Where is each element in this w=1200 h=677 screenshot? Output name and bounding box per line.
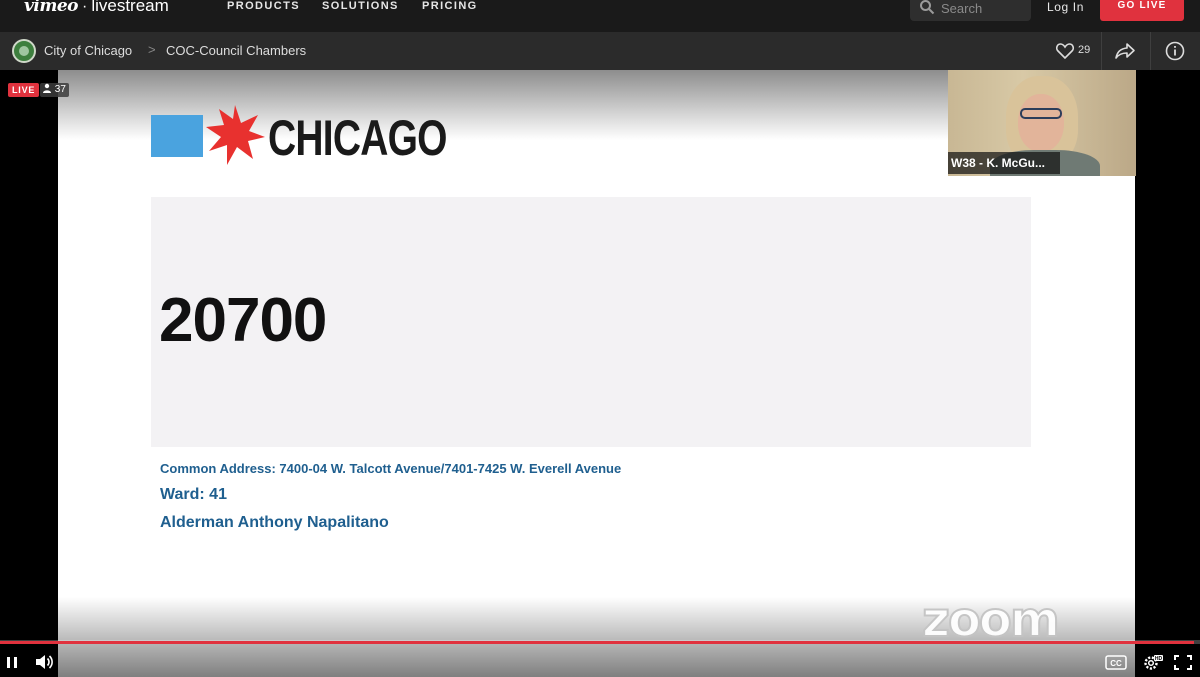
viewer-count: 37 <box>54 84 66 95</box>
brand-livestream: livestream <box>91 0 169 15</box>
volume-icon[interactable] <box>33 650 55 674</box>
breadcrumb-event: COC-Council Chambers <box>166 43 307 58</box>
pause-icon[interactable] <box>3 650 21 674</box>
svg-text:CC: CC <box>1110 659 1122 668</box>
ordinance-number: 20700 <box>159 286 327 355</box>
nav-link-solutions[interactable]: SOLUTIONS <box>322 0 399 12</box>
fullscreen-icon[interactable] <box>1172 650 1194 674</box>
breadcrumb-channel[interactable]: City of Chicago <box>44 43 132 58</box>
login-link[interactable]: Log In <box>1047 0 1084 14</box>
channel-avatar[interactable] <box>12 39 36 63</box>
brand-vimeo: vimeo <box>24 0 78 16</box>
divider <box>1150 32 1151 70</box>
search-placeholder: Search <box>941 1 983 16</box>
participant-name: W38 - K. McGu... <box>951 156 1046 170</box>
participant-video-thumbnail: W38 - K. McGu... <box>948 70 1136 176</box>
channel-bar: City of Chicago > COC-Council Chambers 2… <box>0 32 1200 70</box>
search-input[interactable]: Search <box>910 0 1031 21</box>
vimeo-livestream-logo[interactable]: vimeo · livestream <box>24 0 169 16</box>
chicago-logo-text: CHICAGO <box>268 110 447 166</box>
viewer-count-badge: 37 <box>40 83 69 97</box>
participant-glasses <box>1020 108 1062 119</box>
closed-captions-icon[interactable]: CC <box>1104 650 1128 674</box>
ward-label: Ward: 41 <box>160 486 227 503</box>
heart-icon[interactable] <box>1055 41 1075 61</box>
search-icon <box>920 0 935 15</box>
brand-separator: · <box>81 0 88 15</box>
chicago-flag-square <box>151 115 203 157</box>
user-icon <box>43 83 51 93</box>
nav-link-products[interactable]: PRODUCTS <box>227 0 300 12</box>
chicago-star-icon <box>206 105 265 165</box>
like-count: 29 <box>1078 44 1091 56</box>
alderman-name: Alderman Anthony Napalitano <box>160 514 389 531</box>
chevron-right-icon: > <box>148 42 156 57</box>
settings-hd-icon[interactable]: HD <box>1141 650 1163 674</box>
info-icon[interactable] <box>1165 41 1185 61</box>
share-icon[interactable] <box>1114 41 1136 61</box>
go-live-button[interactable]: GO LIVE <box>1100 0 1184 21</box>
top-navigation-bar: vimeo · livestream PRODUCTS SOLUTIONS PRIC… <box>0 0 1200 32</box>
live-badge: LIVE <box>8 83 40 97</box>
nav-link-pricing[interactable]: PRICING <box>422 0 478 12</box>
progress-fill <box>0 641 1194 644</box>
divider <box>1101 32 1102 70</box>
participant-face <box>1018 94 1064 152</box>
svg-text:HD: HD <box>1155 656 1163 662</box>
common-address: Common Address: 7400-04 W. Talcott Avenu… <box>160 461 622 476</box>
